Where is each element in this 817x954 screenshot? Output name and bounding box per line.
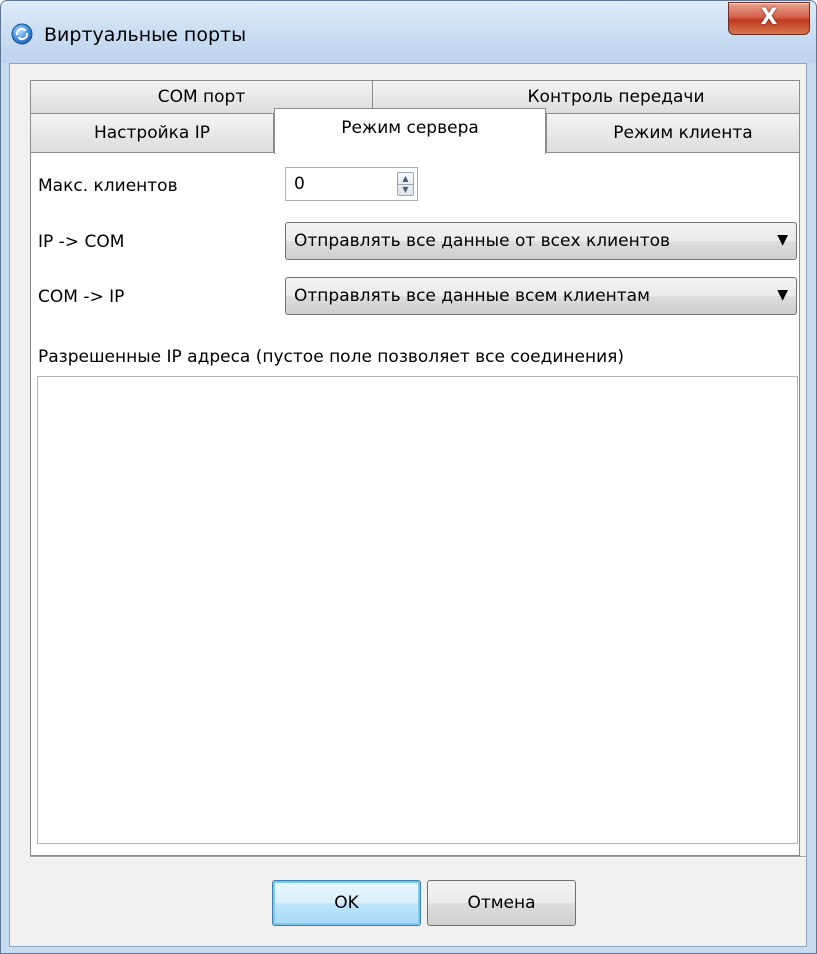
max-clients-label: Макс. клиентов	[38, 176, 178, 196]
footer-divider	[30, 856, 806, 858]
com-to-ip-label: COM -> IP	[38, 287, 125, 307]
spin-down-icon[interactable]: ▼	[398, 184, 413, 195]
tab-ip-settings[interactable]: Настройка IP	[30, 113, 274, 153]
com-to-ip-select[interactable]: Отправлять все данные всем клиентам ▼	[285, 277, 797, 315]
globe-arrows-icon	[11, 23, 33, 45]
max-clients-stepper[interactable]: 0 ▲ ▼	[285, 167, 418, 201]
tab-server-mode[interactable]: Режим сервера	[274, 108, 546, 154]
tab-client-mode[interactable]: Режим клиента	[546, 113, 800, 153]
ok-button[interactable]: OK	[272, 880, 421, 926]
ip-to-com-value: Отправлять все данные от всех клиентов	[294, 231, 671, 251]
tab-label: Режим сервера	[341, 118, 479, 138]
ip-to-com-label: IP -> COM	[38, 232, 125, 252]
title-bar[interactable]: Виртуальные порты X	[1, 1, 816, 63]
max-clients-value: 0	[294, 174, 305, 194]
ip-to-com-select[interactable]: Отправлять все данные от всех клиентов ▼	[285, 222, 797, 260]
com-to-ip-value: Отправлять все данные всем клиентам	[294, 286, 650, 306]
cancel-button[interactable]: Отмена	[427, 880, 576, 926]
tab-label: Режим клиента	[613, 123, 753, 143]
close-button[interactable]: X	[728, 2, 810, 35]
chevron-down-icon: ▼	[777, 232, 788, 248]
chevron-down-icon: ▼	[777, 287, 788, 303]
allowed-ip-textarea[interactable]	[37, 376, 798, 844]
window-title: Виртуальные порты	[44, 24, 247, 46]
allowed-ip-label: Разрешенные IP адреса (пустое поле позво…	[38, 347, 624, 367]
tab-label: Настройка IP	[93, 123, 211, 143]
close-icon: X	[760, 5, 778, 30]
spin-buttons: ▲ ▼	[397, 172, 414, 196]
